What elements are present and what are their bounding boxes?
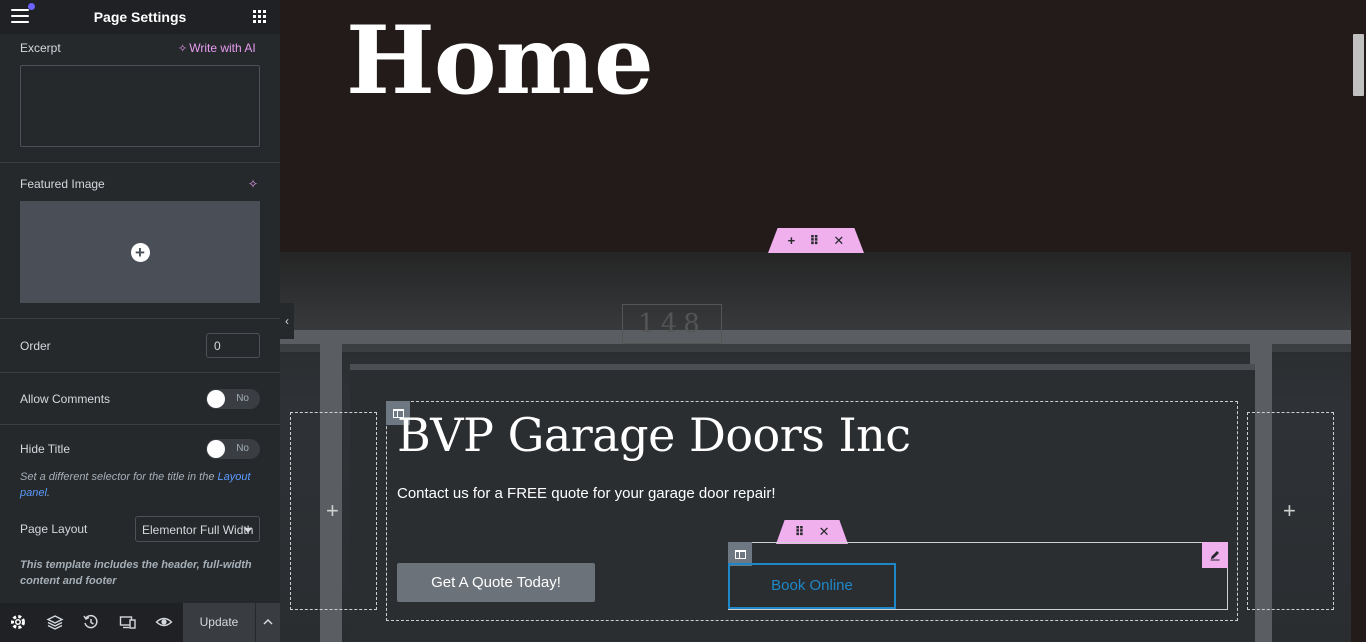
write-with-ai-label: Write with AI (189, 41, 256, 55)
get-quote-button[interactable]: Get A Quote Today! (397, 563, 595, 602)
allow-comments-toggle[interactable]: No (206, 389, 260, 409)
hide-title-note: Set a different selector for the title i… (20, 469, 260, 501)
divider (0, 318, 280, 319)
panel-header: Page Settings (0, 0, 280, 34)
layers-icon[interactable] (46, 613, 64, 631)
update-button[interactable]: Update (183, 603, 255, 642)
divider (0, 162, 280, 163)
scroll-thumb[interactable] (1353, 34, 1364, 96)
drag-handle-icon[interactable]: ⠿ (794, 524, 804, 540)
featured-image-picker[interactable]: + (20, 201, 260, 303)
page-layout-label: Page Layout (20, 522, 88, 536)
sparkle-icon[interactable]: ✧ (248, 177, 258, 191)
inner-section-handle[interactable]: ⠿ ✕ (776, 520, 848, 544)
write-with-ai-link[interactable]: ✧ Write with AI (178, 41, 256, 55)
plus-icon[interactable]: + (326, 498, 339, 524)
drag-handle-icon[interactable]: ⠿ (809, 233, 819, 249)
hide-title-label: Hide Title (20, 442, 71, 456)
plus-icon[interactable]: + (788, 233, 796, 248)
page-layout-select[interactable]: Elementor Full Width (135, 516, 260, 542)
panel-title: Page Settings (93, 9, 187, 25)
toggle-knob (207, 390, 225, 408)
apps-grid-icon[interactable] (253, 10, 266, 23)
company-heading[interactable]: BVP Garage Doors Inc (397, 408, 911, 462)
sparkle-icon: ✧ (178, 43, 188, 55)
house-number-plaque: 148 (622, 304, 722, 344)
chevron-up-icon (263, 618, 273, 625)
toggle-knob (207, 440, 225, 458)
divider (0, 372, 280, 373)
order-label: Order (20, 339, 51, 353)
page-layout-value: Elementor Full Width (142, 523, 254, 537)
featured-image-label: Featured Image (20, 177, 105, 191)
garage-trim (280, 330, 1351, 344)
page-title: Home (346, 6, 654, 116)
pencil-icon[interactable] (1202, 542, 1228, 568)
chevron-left-icon[interactable]: ‹ (280, 303, 294, 339)
hide-title-toggle[interactable]: No (206, 439, 260, 459)
elementor-editor: Page Settings Excerpt ✧ Write with AI Fea… (0, 0, 1366, 642)
section-handle[interactable]: + ⠿ ✕ (768, 228, 864, 253)
divider (0, 424, 280, 425)
close-icon[interactable]: ✕ (819, 524, 830, 540)
contact-text[interactable]: Contact us for a FREE quote for your gar… (397, 485, 776, 502)
excerpt-label: Excerpt (20, 41, 61, 55)
scrollbar[interactable] (1351, 0, 1366, 642)
settings-panel: Page Settings Excerpt ✧ Write with AI Fea… (0, 0, 280, 642)
panel-footer: Update (0, 603, 280, 642)
page-layout-note: This template includes the header, full-… (20, 559, 252, 587)
history-icon[interactable] (82, 613, 100, 631)
update-options-button[interactable] (255, 603, 280, 642)
settings-icon[interactable] (9, 613, 27, 631)
toggle-state: No (236, 443, 249, 454)
close-icon[interactable]: ✕ (833, 233, 844, 249)
responsive-icon[interactable] (119, 613, 137, 631)
allow-comments-label: Allow Comments (20, 392, 111, 406)
note-text-end: . (46, 487, 50, 499)
plus-icon[interactable]: + (1283, 498, 1296, 524)
add-circle-icon: + (130, 242, 150, 262)
chevron-down-icon (244, 528, 252, 533)
book-online-button[interactable]: Book Online (728, 563, 896, 609)
preview-canvas: Home 148 + ⠿ ✕ + + BVP Garage Doors Inc … (280, 0, 1366, 642)
note-text: Set a different selector for the title i… (20, 471, 218, 483)
toggle-state: No (236, 393, 249, 404)
order-input[interactable]: 0 (206, 333, 260, 358)
preview-eye-icon[interactable] (155, 613, 173, 631)
excerpt-textarea[interactable] (20, 65, 260, 147)
